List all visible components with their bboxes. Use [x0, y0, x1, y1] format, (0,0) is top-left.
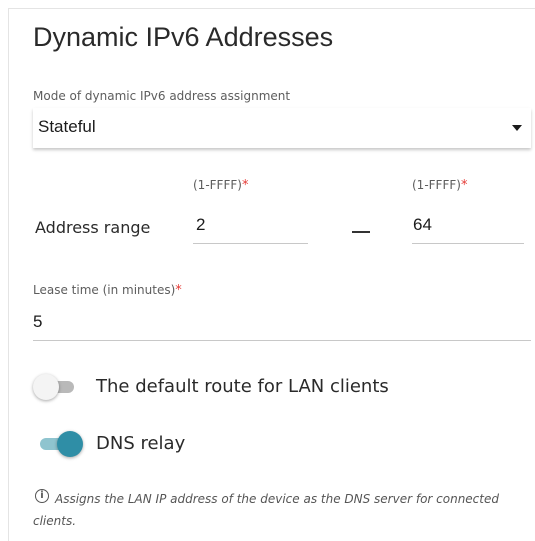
- range-end-input[interactable]: 64: [413, 215, 432, 235]
- range-separator: [352, 231, 370, 233]
- dns-relay-label: DNS relay: [96, 433, 186, 454]
- toggle-knob: [33, 374, 59, 400]
- dns-relay-hint: Assigns the LAN IP address of the device…: [33, 492, 499, 528]
- range-start-underline: [193, 243, 308, 244]
- chevron-down-icon: [512, 125, 522, 131]
- range-end-underline: [412, 243, 524, 244]
- range-start-hint: (1-FFFF)*: [193, 178, 249, 193]
- page-title: Dynamic IPv6 Addresses: [33, 22, 334, 52]
- lease-time-label: Lease time (in minutes)*: [33, 283, 182, 298]
- dns-relay-toggle[interactable]: [37, 431, 83, 457]
- address-range-label: Address range: [35, 218, 151, 237]
- default-route-label: The default route for LAN clients: [96, 376, 389, 397]
- mode-label: Mode of dynamic IPv6 address assignment: [33, 89, 291, 103]
- mode-select[interactable]: Stateful: [33, 108, 531, 148]
- lease-time-underline: [33, 340, 531, 341]
- mode-select-value: Stateful: [38, 117, 96, 136]
- range-end-hint: (1-FFFF)*: [412, 178, 468, 193]
- toggle-knob: [57, 431, 83, 457]
- range-start-input[interactable]: 2: [196, 215, 205, 235]
- default-route-toggle[interactable]: [33, 374, 77, 400]
- lease-time-input[interactable]: 5: [33, 312, 42, 332]
- settings-panel: [8, 8, 535, 541]
